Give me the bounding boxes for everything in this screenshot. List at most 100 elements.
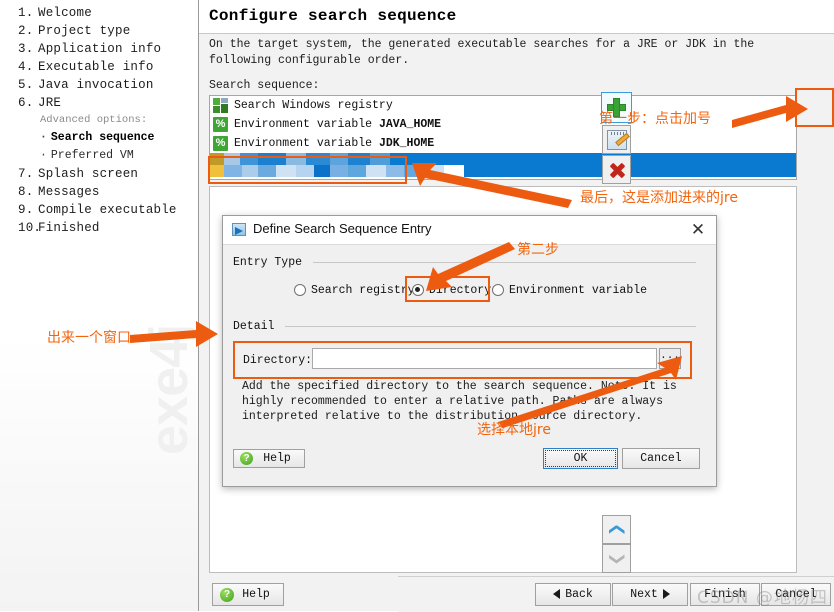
search-sequence-label: Search sequence: [209,79,320,92]
move-down-button[interactable] [602,544,631,573]
detail-divider [285,326,696,327]
step-label: Project type [38,24,131,38]
wizard-help-button[interactable]: ? Help [212,583,284,606]
chevron-down-icon [609,554,625,563]
step-label: Splash screen [38,167,139,181]
list-item-label: Environment variable [234,118,379,131]
radio-label: Search registry [311,284,415,297]
step-number: 2. [18,24,34,38]
move-up-button[interactable] [602,515,631,544]
dialog-help-label: Help [263,452,291,465]
step-label: JRE [38,96,62,110]
dialog-app-icon [232,223,246,236]
list-item-value: JAVA_HOME [378,118,442,131]
pencil-icon [607,130,630,150]
annotation-step2: 第二步 [517,242,559,258]
annotation-step1: 第一步：点击加号 [599,111,711,127]
wizard-sidebar: 1. Welcome 2. Project type 3. Application i… [0,0,199,611]
step-number: 9. [18,203,34,217]
step-number: 3. [18,42,34,56]
step-label: Messages [38,185,100,199]
arrow-left-icon [553,588,561,599]
step-number: 4. [18,60,34,74]
directory-input[interactable] [312,348,657,369]
sidebar-subitem-label: Preferred VM [50,149,134,162]
browse-directory-button[interactable]: ... [659,348,681,369]
sidebar-item-messages[interactable]: 8. Messages [18,185,100,199]
radio-dot-icon [412,284,424,296]
dialog-ok-button[interactable]: OK [543,448,618,469]
sidebar-item-splash-screen[interactable]: 7. Splash screen [18,167,138,181]
list-item-label: Search Windows registry [234,99,393,112]
step-label: Welcome [38,6,92,20]
page-description: On the target system, the generated exec… [209,38,755,67]
wizard-next-button[interactable]: Next [612,583,688,606]
radio-label: Directory [429,284,492,297]
sidebar-item-executable-info[interactable]: 4. Executable info [18,60,154,74]
dialog-cancel-button[interactable]: Cancel [622,448,700,469]
radio-search-registry[interactable]: Search registry [294,283,415,298]
step-label: Application info [38,42,162,56]
list-item-label: Environment variable [234,137,379,150]
step-label: Executable info [38,60,154,74]
entry-type-legend: Entry Type [233,256,308,269]
help-question-icon: ? [220,588,234,602]
radio-label: Environment variable [509,284,648,297]
registry-icon [213,98,228,113]
list-item-selected-redacted[interactable] [210,153,796,177]
wizard-back-label: Back [565,588,593,601]
directory-label: Directory: [243,354,313,367]
annotation-last: 最后，这是添加进来的jre [580,190,738,206]
step-number: 7. [18,167,34,181]
delete-entry-button[interactable] [602,155,631,184]
step-number: 1. [18,6,34,20]
detail-legend: Detail [233,320,280,333]
bullet-icon: · [40,149,47,162]
annotation-window: 出来一个窗口 [47,330,131,346]
wizard-help-label: Help [242,588,270,601]
step-label: Compile executable [38,203,177,217]
step-number: 8. [18,185,34,199]
dialog-help-button[interactable]: ? Help [233,449,305,468]
sidebar-item-project-type[interactable]: 2. Project type [18,24,130,38]
list-item[interactable]: % Environment variable JDK_HOME [210,134,796,153]
sidebar-item-welcome[interactable]: 1. Welcome [18,6,92,20]
list-item-value: JDK_HOME [378,137,435,150]
step-number: 10. [18,221,42,235]
radio-dot-icon [294,284,306,296]
csdn-watermark: CSDN @地杨四 [697,588,828,608]
sidebar-item-finished[interactable]: 10.Finished [18,221,100,235]
radio-directory[interactable]: Directory [412,283,491,298]
sidebar-item-compile-executable[interactable]: 9. Compile executable [18,203,177,217]
sidebar-item-java-invocation[interactable]: 5. Java invocation [18,78,154,92]
step-label: Finished [38,221,100,235]
sidebar-item-search-sequence[interactable]: · Search sequence [40,131,154,144]
sidebar-item-jre[interactable]: 6. JRE [18,96,61,110]
sidebar-item-application-info[interactable]: 3. Application info [18,42,161,56]
sidebar-subitem-label: Search sequence [50,131,155,144]
bullet-icon: · [40,131,47,144]
chevron-up-icon [609,525,625,534]
sidebar-advanced-options-label: Advanced options: [40,114,148,126]
annotation-choose-jre: 选择本地jre [477,422,551,438]
exe4j-watermark: exe4j [139,324,199,455]
close-icon[interactable]: ✕ [688,220,708,240]
arrow-right-icon [662,588,670,599]
radio-dot-icon [492,284,504,296]
wizard-next-label: Next [630,588,658,601]
edit-entry-button[interactable] [602,125,631,154]
app-window: 1. Welcome 2. Project type 3. Application i… [0,0,834,612]
entry-type-divider [313,262,696,263]
x-icon [608,161,626,179]
wizard-back-button[interactable]: Back [535,583,611,606]
step-number: 6. [18,96,34,110]
step-label: Java invocation [38,78,154,92]
percent-icon: % [213,136,228,151]
percent-icon: % [213,117,228,132]
dialog-title: Define Search Sequence Entry [253,221,432,236]
directory-hint-text: Add the specified directory to the searc… [242,380,677,423]
page-title: Configure search sequence [209,7,457,25]
sidebar-item-preferred-vm[interactable]: · Preferred VM [40,149,134,162]
radio-environment-variable[interactable]: Environment variable [492,283,647,298]
help-question-icon: ? [240,452,253,465]
